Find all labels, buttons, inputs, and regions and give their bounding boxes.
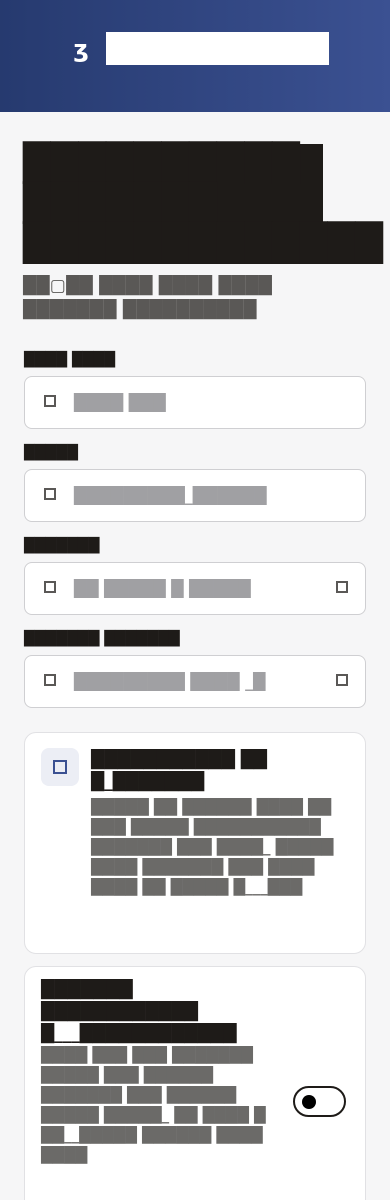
- field-icon: [44, 488, 56, 500]
- logo[interactable]: ʒ: [72, 35, 90, 63]
- field-icon: [44, 395, 56, 407]
- field-value: ████ ███: [74, 393, 166, 412]
- card-title: ███████████ ██ █_███████: [91, 750, 267, 792]
- field-label: ████ ████: [24, 352, 116, 368]
- info-card: ███████████ ██ █_███████ █████ ██ ██████…: [24, 732, 366, 954]
- card-body: █████ ██ ██████ ████ ██ ███ █████ ██████…: [91, 798, 334, 896]
- field-value: █████████_██████: [74, 486, 267, 505]
- chevron-down-icon: [336, 581, 348, 593]
- card-title: ███████ ████████████ █___████████████: [41, 980, 237, 1044]
- field-label: █████: [24, 445, 78, 461]
- field-label: ███████: [24, 538, 100, 554]
- search-input[interactable]: [106, 32, 329, 65]
- chevron-down-icon: [336, 674, 348, 686]
- field-icon: [44, 581, 56, 593]
- field-value: █████████ ████ _█: [74, 672, 266, 691]
- text-field[interactable]: █████████_██████: [24, 469, 366, 522]
- field-value: ██ █████ █ █████: [74, 579, 251, 598]
- text-field[interactable]: ████ ███: [24, 376, 366, 429]
- toggle-knob: [302, 1095, 316, 1109]
- card-body: ████ ███ ███ ███████ █████ ███ ██████ ██…: [41, 1046, 266, 1164]
- page-intro: ██▢██ ████ ████ ████ ███████ ██████████: [23, 276, 272, 320]
- select-field[interactable]: ██ █████ █ █████: [24, 562, 366, 615]
- field-icon: [44, 674, 56, 686]
- header: ʒ: [0, 0, 390, 112]
- field-label: ███████ ███████: [24, 631, 180, 647]
- page-title: ██████████ ███████ █████████████: [23, 143, 383, 264]
- select-field[interactable]: █████████ ████ _█: [24, 655, 366, 708]
- toggle-switch[interactable]: [293, 1086, 346, 1117]
- toggle-card: ███████ ████████████ █___████████████ ██…: [24, 966, 366, 1200]
- card-icon: [41, 748, 79, 786]
